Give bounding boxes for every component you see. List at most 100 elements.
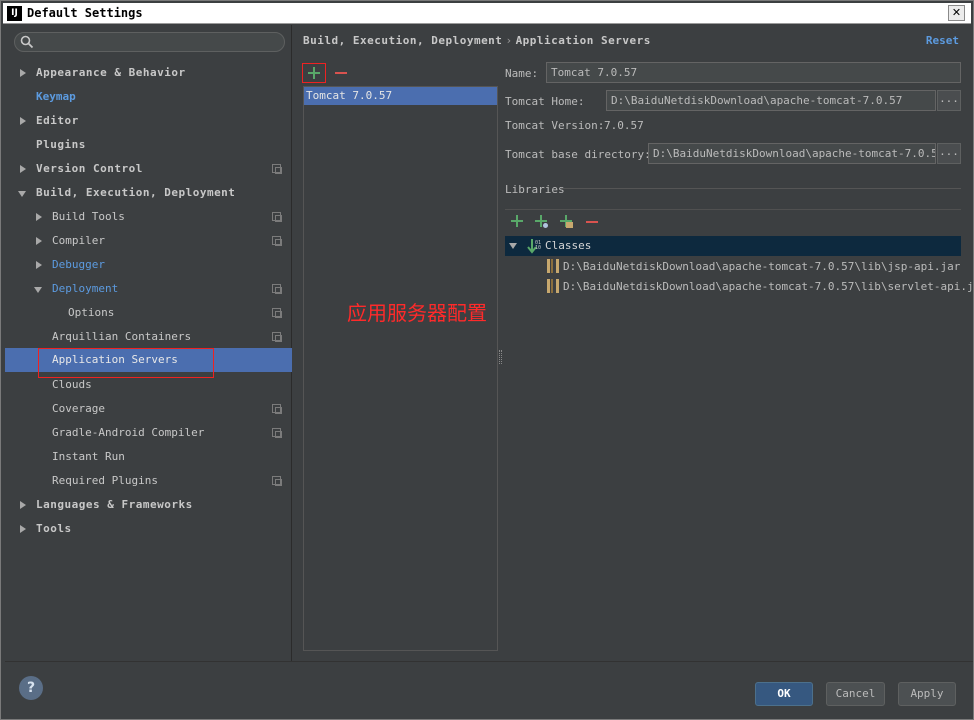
sidebar-item-instant-run[interactable]: Instant Run — [52, 445, 125, 469]
sidebar-item-label: Deployment — [52, 282, 119, 295]
project-copy-icon — [272, 404, 282, 414]
sidebar-item-gradle-android-compiler[interactable]: Gradle-Android Compiler — [52, 421, 204, 445]
chevron-right-icon[interactable] — [36, 261, 42, 269]
browse-home-button[interactable]: ... — [937, 90, 961, 111]
server-list: Tomcat 7.0.57 — [303, 86, 498, 651]
splitter-handle[interactable] — [499, 350, 502, 364]
sidebar-item-label: Coverage — [52, 402, 105, 415]
sidebar-item-editor[interactable]: Editor — [20, 109, 79, 133]
tomcat-version-value: 7.0.57 — [604, 119, 644, 132]
tomcat-home-field[interactable]: D:\BaiduNetdiskDownload\apache-tomcat-7.… — [606, 90, 936, 111]
list-item[interactable]: Tomcat 7.0.57 — [304, 87, 497, 105]
sidebar-item-label: Languages & Frameworks — [36, 498, 193, 511]
tomcat-base-directory-field[interactable]: D:\BaiduNetdiskDownload\apache-tomcat-7.… — [648, 143, 936, 164]
help-icon[interactable]: ? — [19, 676, 43, 700]
add-server-button[interactable] — [302, 63, 326, 83]
sidebar-item-label: Build, Execution, Deployment — [36, 186, 236, 199]
chevron-right-icon[interactable] — [36, 237, 42, 245]
tomcat-home-label: Tomcat Home: — [505, 95, 585, 108]
chevron-right-icon[interactable] — [20, 117, 26, 125]
window-title: Default Settings — [27, 6, 143, 20]
remove-server-minus-icon[interactable] — [335, 72, 347, 74]
jar-icon — [547, 259, 559, 273]
libraries-title: Libraries — [505, 183, 565, 196]
sidebar-item-version-control[interactable]: Version Control — [20, 157, 143, 181]
classes-label: Classes — [545, 239, 592, 252]
sidebar-item-label: Debugger — [52, 258, 105, 271]
classes-tree-row[interactable]: 01 10 Classes — [505, 236, 961, 256]
jar-path: D:\BaiduNetdiskDownload\apache-tomcat-7.… — [563, 280, 974, 293]
apply-button[interactable]: Apply — [898, 682, 956, 706]
settings-sidebar: Appearance & Behavior Keymap Editor Plug… — [5, 25, 292, 661]
cancel-button[interactable]: Cancel — [826, 682, 885, 706]
list-item[interactable]: D:\BaiduNetdiskDownload\apache-tomcat-7.… — [547, 279, 974, 295]
project-copy-icon — [272, 428, 282, 438]
sidebar-item-keymap[interactable]: Keymap — [36, 85, 76, 109]
chevron-down-icon[interactable] — [34, 287, 42, 293]
libraries-divider — [561, 188, 961, 189]
chevron-right-icon[interactable] — [20, 165, 26, 173]
search-icon — [20, 35, 34, 49]
sidebar-item-label: Keymap — [36, 90, 76, 103]
dialog-footer: ? OK Cancel Apply — [5, 661, 973, 717]
breadcrumb-part: Application Servers — [515, 34, 651, 47]
browse-base-directory-button[interactable]: ... — [937, 143, 961, 164]
project-copy-icon — [272, 284, 282, 294]
sidebar-item-compiler[interactable]: Compiler — [36, 229, 105, 253]
project-copy-icon — [272, 332, 282, 342]
sidebar-item-clouds[interactable]: Clouds — [52, 373, 92, 397]
sidebar-item-languages-frameworks[interactable]: Languages & Frameworks — [20, 493, 193, 517]
breadcrumb-separator: › — [505, 34, 513, 47]
chevron-right-icon[interactable] — [36, 213, 42, 221]
settings-window: IJ Default Settings ✕ Appearance & Behav… — [0, 0, 974, 720]
sidebar-item-appearance[interactable]: Appearance & Behavior — [20, 61, 186, 85]
project-copy-icon — [272, 476, 282, 486]
add-library-plus-icon[interactable] — [510, 214, 524, 228]
name-label: Name: — [505, 67, 539, 80]
breadcrumb-part: Build, Execution, Deployment — [303, 34, 503, 47]
sidebar-item-debugger[interactable]: Debugger — [36, 253, 105, 277]
intellij-logo-icon: IJ — [7, 6, 22, 21]
sidebar-item-label: Editor — [36, 114, 79, 127]
name-field[interactable]: Tomcat 7.0.57 — [546, 62, 961, 83]
sidebar-item-label: Version Control — [36, 162, 143, 175]
svg-text:10: 10 — [535, 245, 541, 251]
chevron-right-icon[interactable] — [20, 69, 26, 77]
sidebar-item-label: Compiler — [52, 234, 105, 247]
project-copy-icon — [272, 164, 282, 174]
attach-badge-icon — [543, 223, 548, 228]
search-input[interactable] — [14, 32, 285, 52]
sidebar-item-label: Appearance & Behavior — [36, 66, 186, 79]
chevron-down-icon[interactable] — [18, 191, 26, 197]
sidebar-item-build-tools[interactable]: Build Tools — [36, 205, 125, 229]
sidebar-item-plugins[interactable]: Plugins — [36, 133, 86, 157]
reset-link[interactable]: Reset — [926, 34, 959, 47]
sidebar-item-options[interactable]: Options — [68, 301, 114, 325]
remove-library-minus-icon[interactable] — [586, 221, 598, 223]
sidebar-item-arquillian-containers[interactable]: Arquillian Containers — [52, 325, 191, 349]
ok-button[interactable]: OK — [755, 682, 813, 706]
sidebar-item-build-execution-deployment[interactable]: Build, Execution, Deployment — [18, 181, 236, 205]
application-servers-panel: Build, Execution, Deployment › Application… — [293, 25, 974, 661]
chevron-right-icon[interactable] — [20, 525, 26, 533]
jar-icon — [547, 279, 559, 293]
tomcat-base-directory-label: Tomcat base directory: — [505, 148, 651, 161]
project-copy-icon — [272, 308, 282, 318]
jar-path: D:\BaiduNetdiskDownload\apache-tomcat-7.… — [563, 260, 961, 273]
title-bar: IJ Default Settings ✕ — [3, 3, 971, 24]
tomcat-version-label: Tomcat Version: — [505, 119, 605, 132]
close-button[interactable]: ✕ — [948, 5, 965, 21]
chevron-down-icon[interactable] — [509, 243, 517, 249]
sidebar-item-tools[interactable]: Tools — [20, 517, 72, 541]
annotation-text: 应用服务器配置 — [347, 301, 487, 325]
sidebar-item-label: Required Plugins — [52, 474, 158, 487]
chevron-right-icon[interactable] — [20, 501, 26, 509]
list-item[interactable]: D:\BaiduNetdiskDownload\apache-tomcat-7.… — [547, 259, 967, 275]
sidebar-item-coverage[interactable]: Coverage — [52, 397, 105, 421]
sidebar-item-label: Gradle-Android Compiler — [52, 426, 205, 439]
sidebar-item-deployment[interactable]: Deployment — [34, 277, 119, 301]
folder-badge-icon — [566, 222, 573, 228]
breadcrumb: Build, Execution, Deployment › Application… — [303, 34, 651, 47]
classes-icon: 01 10 — [527, 239, 541, 254]
sidebar-item-required-plugins[interactable]: Required Plugins — [52, 469, 158, 493]
